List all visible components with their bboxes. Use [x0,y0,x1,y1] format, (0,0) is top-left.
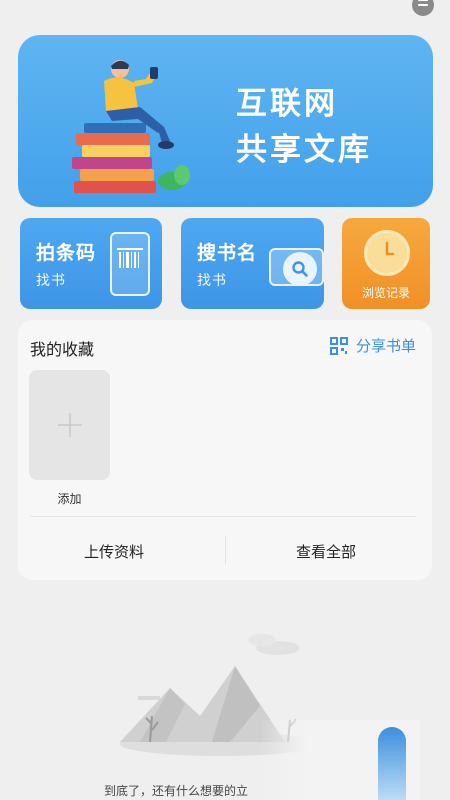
banner-title-line1: 互联网 [236,86,338,122]
favorites-title: 我的收藏 [30,340,95,359]
plus-icon [57,413,82,437]
search-title-subtitle: 找书 [197,273,227,289]
barcode-icon [110,232,150,296]
floating-action-button[interactable] [378,727,406,800]
search-title-card[interactable]: 搜书名 找书 [181,218,324,309]
add-favorite-label: 添加 [57,492,82,506]
upload-materials-button[interactable]: 上传资料 [84,541,144,562]
library-banner[interactable]: 互联网 共享文库 [18,35,433,207]
reading-person-illustration [72,60,190,193]
favorites-panel: 我的收藏 分享书单 添加 上传资料 查看全部 [18,320,432,580]
clock-icon [364,230,410,276]
browse-history-card[interactable]: 浏览记录 [342,218,430,309]
scan-barcode-title: 拍条码 [36,242,97,264]
view-all-button[interactable]: 查看全部 [296,541,356,562]
share-booklist-label: 分享书单 [355,337,416,355]
banner-title-line2: 共享文库 [236,132,372,168]
add-favorite-button[interactable] [29,370,110,480]
menu-icon[interactable] [412,0,434,16]
end-of-list-text: 到底了，还有什么想要的立 [104,784,249,798]
search-icon [283,252,317,286]
qrcode-icon [329,336,348,355]
banner-title: 互联网 共享文库 [236,81,372,173]
search-title-title: 搜书名 [197,242,258,264]
scan-barcode-subtitle: 找书 [36,273,66,289]
scan-barcode-card[interactable]: 拍条码 找书 [20,218,162,309]
share-booklist-button[interactable]: 分享书单 [329,335,416,356]
favorites-divider [30,516,416,517]
browse-history-label: 浏览记录 [361,286,410,300]
actions-separator [225,536,226,564]
